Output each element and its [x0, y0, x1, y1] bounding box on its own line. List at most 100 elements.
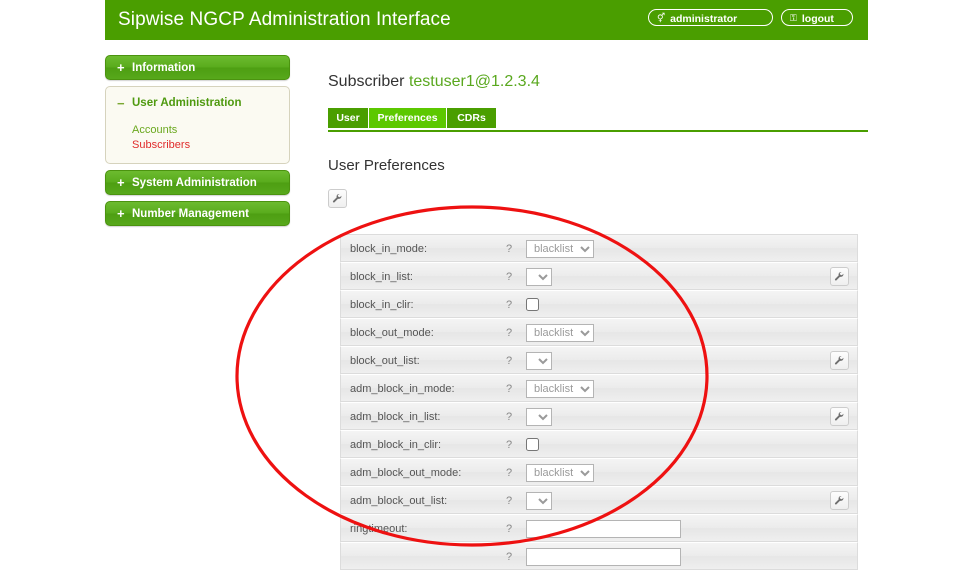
preference-row: adm_block_in_mode:? blacklist [340, 374, 858, 402]
sidebar-item-accounts[interactable]: Accounts [132, 123, 289, 138]
preference-checkbox[interactable] [526, 298, 539, 311]
user-button-label: administrator [670, 13, 738, 25]
help-icon[interactable]: ? [506, 550, 512, 564]
sidebar-item-system-administration[interactable]: + System Administration [105, 170, 290, 195]
preference-row: ? [340, 542, 858, 570]
preference-row: block_out_list:? [340, 346, 858, 374]
preference-control [526, 268, 552, 286]
lock-icon: ⚿ [790, 13, 797, 23]
sidebar-item-label: Number Management [132, 208, 249, 220]
help-icon[interactable]: ? [506, 522, 512, 536]
wrench-icon-button[interactable] [830, 267, 849, 286]
sidebar-item-label: User Administration [132, 97, 242, 109]
preference-select[interactable] [526, 408, 552, 426]
main-content: Subscriber testuser1@1.2.3.4 User Prefer… [328, 72, 868, 211]
preference-row: ringtimeout:? [340, 514, 858, 542]
wrench-icon-button[interactable] [328, 189, 347, 208]
preference-control [526, 520, 681, 538]
preference-row: adm_block_out_mode:? blacklist [340, 458, 858, 486]
tab-cdrs[interactable]: CDRs [447, 108, 497, 128]
preference-row: adm_block_in_clir:? [340, 430, 858, 458]
preference-select[interactable]: blacklist [526, 464, 594, 482]
preference-control: blacklist [526, 380, 594, 398]
preference-label: ringtimeout: [350, 523, 408, 535]
tab-bar: User Preferences CDRs [328, 108, 868, 132]
preference-row: block_in_mode:? blacklist [340, 234, 858, 262]
help-icon[interactable]: ? [506, 438, 512, 452]
help-icon[interactable]: ? [506, 354, 512, 368]
wrench-icon [834, 411, 844, 421]
preference-text-input[interactable] [526, 520, 681, 538]
wrench-icon-button[interactable] [830, 407, 849, 426]
user-icon: ⚥ [657, 13, 666, 23]
preference-row: block_out_mode:? blacklist [340, 318, 858, 346]
plus-icon: + [117, 206, 125, 221]
preference-row: block_in_list:? [340, 262, 858, 290]
user-button[interactable]: ⚥ administrator [648, 9, 773, 26]
sidebar-item-label: Information [132, 62, 196, 74]
preference-label: block_out_list: [350, 355, 420, 367]
preference-label: block_out_mode: [350, 327, 434, 339]
help-icon[interactable]: ? [506, 326, 512, 340]
preference-text-input[interactable] [526, 548, 681, 566]
preference-label: block_in_clir: [350, 299, 414, 311]
preference-row: adm_block_in_list:? [340, 402, 858, 430]
preference-label: adm_block_in_mode: [350, 383, 455, 395]
preference-label: adm_block_out_list: [350, 495, 448, 507]
section-title: User Preferences [328, 157, 445, 174]
preferences-table: block_in_mode:? blacklist block_in_list:? b… [340, 234, 858, 570]
tab-user[interactable]: User [328, 108, 369, 128]
sidebar-item-user-administration[interactable]: − User Administration Accounts Subscribe… [105, 86, 290, 164]
logout-button-label: logout [801, 13, 834, 25]
wrench-icon-button[interactable] [830, 351, 849, 370]
preference-select[interactable] [526, 492, 552, 510]
page-title: Subscriber testuser1@1.2.3.4 [328, 72, 868, 92]
preference-select[interactable] [526, 352, 552, 370]
wrench-icon [332, 193, 342, 203]
page-title-prefix: Subscriber [328, 73, 405, 90]
preference-select[interactable]: blacklist [526, 380, 594, 398]
help-icon[interactable]: ? [506, 270, 512, 284]
help-icon[interactable]: ? [506, 466, 512, 480]
sidebar-item-subscribers[interactable]: Subscribers [132, 138, 289, 153]
sidebar-item-number-management[interactable]: + Number Management [105, 201, 290, 226]
preference-control: blacklist [526, 240, 594, 258]
plus-icon: + [117, 60, 125, 75]
preference-select[interactable] [526, 268, 552, 286]
subscriber-id: testuser1@1.2.3.4 [408, 73, 540, 90]
sidebar-subnav: Accounts Subscribers [132, 123, 289, 153]
help-icon[interactable]: ? [506, 382, 512, 396]
sidebar-item-information[interactable]: + Information [105, 55, 290, 80]
preference-control [526, 352, 552, 370]
preference-control [526, 548, 681, 566]
preference-control: blacklist [526, 464, 594, 482]
preference-select[interactable]: blacklist [526, 240, 594, 258]
preference-label: adm_block_in_list: [350, 411, 441, 423]
preference-label: block_in_mode: [350, 243, 428, 255]
wrench-icon [834, 271, 844, 281]
help-icon[interactable]: ? [506, 494, 512, 508]
minus-icon: − [117, 96, 125, 111]
help-icon[interactable]: ? [506, 298, 512, 312]
preference-select[interactable]: blacklist [526, 324, 594, 342]
sidebar: + Information − User Administration Acco… [105, 55, 290, 232]
help-icon[interactable]: ? [506, 242, 512, 256]
preference-row: block_in_clir:? [340, 290, 858, 318]
preference-control [526, 492, 552, 510]
plus-icon: + [117, 175, 125, 190]
preference-control [526, 408, 552, 426]
logout-button[interactable]: ⚿ logout [781, 9, 853, 26]
preference-label: adm_block_in_clir: [350, 439, 442, 451]
wrench-icon [834, 355, 844, 365]
preference-control [526, 436, 539, 454]
help-icon[interactable]: ? [506, 410, 512, 424]
sidebar-item-label: System Administration [132, 177, 257, 189]
wrench-icon-button[interactable] [830, 491, 849, 510]
preference-row: adm_block_out_list:? [340, 486, 858, 514]
preference-label: block_in_list: [350, 271, 413, 283]
app-title: Sipwise NGCP Administration Interface [118, 9, 451, 30]
preference-checkbox[interactable] [526, 438, 539, 451]
preference-control: blacklist [526, 324, 594, 342]
wrench-icon [834, 495, 844, 505]
tab-preferences[interactable]: Preferences [369, 108, 447, 128]
